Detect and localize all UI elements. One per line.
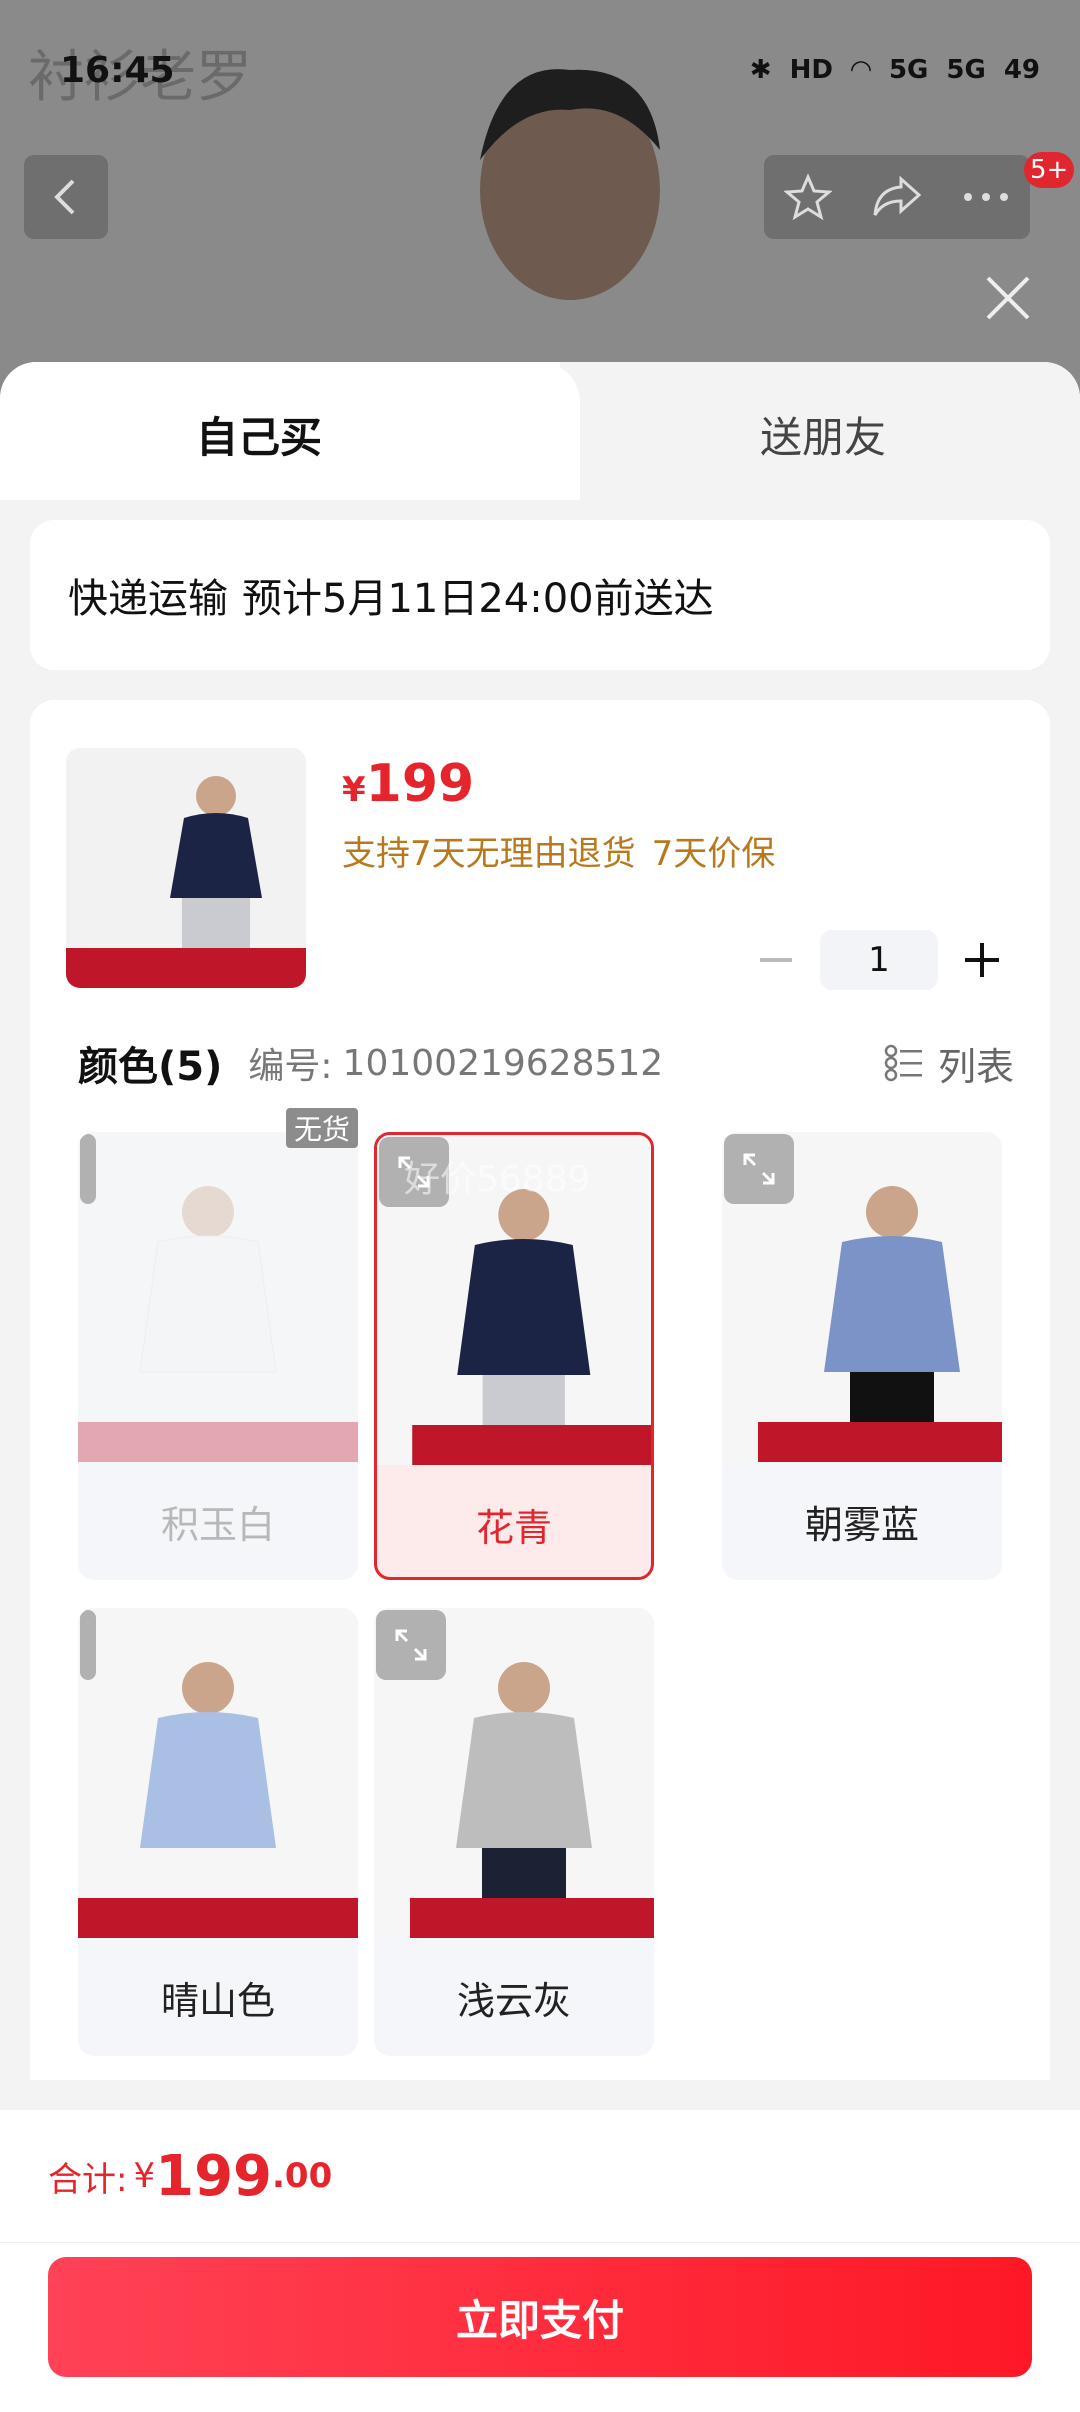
star-icon[interactable] <box>783 173 832 221</box>
plus-icon <box>965 943 999 977</box>
hd-icon: HD <box>789 55 833 85</box>
share-icon[interactable] <box>871 175 923 219</box>
watermark: 好价56889 <box>404 1159 591 1200</box>
signal-5g-icon-1: 5G <box>888 55 929 85</box>
background-product-page: 衬衫老罗 16:45 ✱ HD ◠ 5G 5G 49 5+ <box>0 0 1080 420</box>
product-card: ¥199 支持7天无理由退货 7天价保 1 颜色(5) 编号: 101002196… <box>30 700 1050 2080</box>
purchase-sheet: 自己买 送朋友 快递运输 预计5月11日24:00前送达 ¥199 支持7天无理… <box>0 362 1080 2412</box>
price-protect: 7天价保 <box>651 834 776 874</box>
list-label: 列表 <box>937 1044 1014 1089</box>
message-badge: 5+ <box>1024 152 1075 188</box>
color-name: 浅云灰 <box>456 1978 571 2023</box>
product-thumbnail[interactable] <box>66 748 306 988</box>
pay-now-button[interactable]: 立即支付 <box>48 2257 1032 2377</box>
color-name: 积玉白 <box>160 1502 275 1547</box>
top-action-group <box>764 155 1030 239</box>
tab-buy-self-label: 自己买 <box>196 413 323 462</box>
price-value: 199 <box>365 754 475 814</box>
expand-icon[interactable] <box>376 1610 446 1680</box>
purchase-tabs: 自己买 送朋友 <box>0 362 1080 502</box>
total-bar: 合计: ¥ 199 .00 <box>0 2110 1080 2242</box>
delivery-method: 快递运输 <box>68 576 228 622</box>
pay-area: 立即支付 <box>0 2242 1080 2412</box>
price-symbol: ¥ <box>342 770 366 810</box>
minus-icon <box>760 958 792 962</box>
color-name: 朝雾蓝 <box>804 1502 919 1547</box>
sheet-body: 快递运输 预计5月11日24:00前送达 ¥199 支持7天无理由退货 7天价保 <box>0 500 1080 2080</box>
decrease-button[interactable] <box>746 930 806 990</box>
out-of-stock-badge: 无货 <box>286 1108 358 1148</box>
total-symbol: ¥ <box>133 2156 156 2196</box>
color-title: 颜色(5) <box>78 1044 223 1090</box>
back-button[interactable] <box>24 155 108 239</box>
expand-icon[interactable] <box>724 1134 794 1204</box>
service-promise: 支持7天无理由退货 7天价保 <box>342 826 775 875</box>
chevron-left-icon <box>54 179 75 215</box>
color-name: 晴山色 <box>160 1978 275 2023</box>
expand-icon[interactable] <box>80 1134 96 1204</box>
close-icon[interactable] <box>980 270 1036 326</box>
color-image <box>78 1132 358 1462</box>
expand-icon[interactable] <box>80 1610 96 1680</box>
tab-send-friend-label: 送朋友 <box>760 413 887 462</box>
list-view-toggle[interactable]: 列表 <box>884 1036 1014 1091</box>
color-option-white[interactable]: 积玉白 <box>78 1132 358 1580</box>
quantity-input[interactable]: 1 <box>820 930 938 990</box>
signal-5g-icon-2: 5G <box>946 55 986 85</box>
color-image <box>78 1608 358 1938</box>
code-value: 10100219628512 <box>342 1042 664 1084</box>
color-option-blue[interactable]: 朝雾蓝 <box>722 1132 1002 1580</box>
status-bar: 16:45 ✱ HD ◠ 5G 5G 49 <box>60 40 1040 100</box>
status-time: 16:45 <box>60 49 175 91</box>
bluetooth-icon: ✱ <box>749 55 772 85</box>
delivery-eta: 预计5月11日24:00前送达 <box>242 576 714 622</box>
quantity-stepper: 1 <box>746 930 1012 990</box>
list-icon <box>884 1044 922 1082</box>
battery-icon: 49 <box>1003 55 1040 85</box>
increase-button[interactable] <box>952 930 1012 990</box>
total-label: 合计: <box>48 2159 128 2200</box>
color-option-light-blue[interactable]: 晴山色 <box>78 1608 358 2056</box>
total-integer: 199 <box>155 2143 273 2209</box>
more-icon[interactable] <box>962 191 1010 203</box>
wifi-icon: ◠ <box>850 55 871 85</box>
code-label: 编号: <box>248 1046 333 1087</box>
return-policy: 支持7天无理由退货 <box>342 834 636 874</box>
tab-curve <box>510 362 580 502</box>
total-decimal: .00 <box>272 2156 333 2196</box>
color-option-grey[interactable]: 浅云灰 <box>374 1608 654 2056</box>
color-name: 花青 <box>475 1505 552 1550</box>
product-image <box>66 748 306 988</box>
product-price: ¥199 <box>342 754 474 814</box>
delivery-info: 快递运输 预计5月11日24:00前送达 <box>30 520 1050 670</box>
color-header: 颜色(5) 编号: 10100219628512 列表 <box>78 1028 1014 1098</box>
